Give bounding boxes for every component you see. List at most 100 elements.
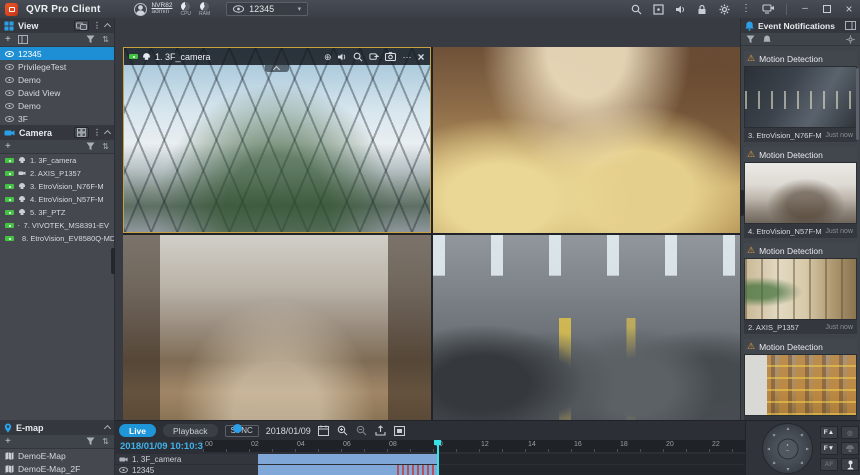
filter-icon[interactable] — [86, 437, 95, 446]
layout-icon[interactable] — [17, 35, 28, 44]
video-tile-4[interactable] — [432, 234, 740, 420]
dpad-up-left-icon[interactable]: ▲ — [770, 431, 778, 439]
ptz-dpad[interactable]: ▲ ▲ ▲ ▲ ▲ ▲ ▲ ▲ ▪ – — [762, 423, 813, 474]
audio-icon[interactable] — [337, 52, 347, 62]
event-card[interactable]: ⚠ Motion Detection 4. EtroVision_N57F-M … — [744, 147, 857, 238]
recording-bar-with-events[interactable] — [258, 465, 437, 475]
view-selector-dropdown[interactable]: 12345 ▾ — [226, 2, 309, 16]
camera-item[interactable]: 5. 3F_PTZ — [0, 206, 114, 219]
video-tile-2[interactable] — [432, 47, 740, 233]
timeline-track[interactable]: 1. 3F_camera — [115, 454, 745, 464]
camera-item[interactable]: 3. EtroVision_N76F-M — [0, 180, 114, 193]
playhead-handle[interactable] — [434, 440, 441, 445]
focus-near-button[interactable]: F▲ — [820, 426, 838, 439]
video-tile-1[interactable]: 1. 3F_camera ⊕ ⋯ × — [123, 47, 431, 233]
event-panel-scrollbar[interactable] — [856, 68, 859, 140]
add-view-button[interactable]: + — [5, 34, 11, 46]
panel-layout-icon[interactable] — [845, 21, 856, 30]
recording-bar[interactable] — [258, 454, 437, 464]
live-tab[interactable]: Live — [119, 424, 157, 437]
view-item[interactable]: Demo — [0, 99, 114, 112]
joystick-button[interactable] — [841, 458, 859, 471]
event-card[interactable]: ⚠ Motion Detection 3. EtroVision_N76F-M … — [744, 51, 857, 142]
event-thumbnail[interactable] — [744, 354, 857, 416]
view-section-header[interactable]: View ⋮ — [0, 18, 114, 33]
ptz-panel-toggle[interactable] — [233, 424, 242, 433]
emap-item[interactable]: DemoE-Map — [0, 449, 114, 462]
more-menu-icon[interactable]: ⋮ — [740, 3, 752, 15]
close-button[interactable]: × — [843, 3, 855, 15]
close-tile-icon[interactable]: × — [417, 51, 424, 63]
sort-icon[interactable]: ⇅ — [102, 142, 109, 152]
event-panel-header[interactable]: Event Notifications — [741, 18, 860, 33]
camera-item[interactable]: 4. EtroVision_N57F-M — [0, 193, 114, 206]
camera-item[interactable]: 1. 3F_camera — [0, 154, 114, 167]
timeline-zoom-in-icon[interactable] — [337, 425, 349, 437]
sort-icon[interactable]: ⇅ — [102, 437, 109, 447]
patrol-button[interactable] — [841, 442, 859, 455]
event-card[interactable]: ⚠ Motion Detection 3. EtroVision_N76F-M … — [744, 339, 857, 420]
view-item[interactable]: 12345 — [0, 47, 114, 60]
camera-section-menu-icon[interactable]: ⋮ — [93, 128, 101, 138]
video-tile-3[interactable] — [123, 234, 431, 420]
emap-section-collapse-icon[interactable] — [103, 424, 112, 433]
view-item[interactable]: Demo — [0, 73, 114, 86]
settings-gear-icon[interactable] — [718, 3, 730, 15]
dpad-left-icon[interactable]: ▲ — [766, 446, 772, 452]
camera-section-collapse-icon[interactable] — [103, 129, 112, 138]
lock-icon[interactable] — [696, 3, 708, 15]
view-item[interactable]: PrivilegeTest — [0, 60, 114, 73]
add-camera-button[interactable]: + — [5, 141, 11, 153]
preset-button[interactable]: ◎ — [841, 426, 859, 439]
view-section-collapse-icon[interactable] — [103, 22, 112, 31]
dpad-up-icon[interactable]: ▲ — [785, 426, 791, 432]
maximize-button[interactable] — [821, 3, 833, 15]
filter-icon[interactable] — [86, 35, 95, 44]
event-card[interactable]: ⚠ Motion Detection 2. AXIS_P1357 Just no… — [744, 243, 857, 334]
view-section-menu-icon[interactable]: ⋮ — [93, 21, 101, 31]
emap-section-header[interactable]: E-map — [0, 420, 114, 435]
date-label[interactable]: 2018/01/09 — [266, 426, 311, 436]
fullscreen-icon[interactable] — [652, 3, 664, 15]
view-mode-button[interactable] — [74, 20, 89, 31]
settings-gear-icon[interactable] — [846, 34, 855, 44]
ptz-control-icon[interactable]: ⊕ — [324, 52, 332, 62]
timeline-track[interactable]: 12345 — [115, 465, 745, 475]
timeline-ruler[interactable]: 00 02 04 06 08 10 12 14 16 18 20 22 — [203, 440, 745, 452]
filter-icon[interactable] — [86, 142, 95, 151]
camera-item[interactable]: 8. EtroVision_EV8580Q-MD — [0, 232, 114, 245]
dpad-down-left-icon[interactable]: ▲ — [770, 459, 778, 467]
sidebar-collapse-handle[interactable] — [111, 248, 115, 274]
filter-icon[interactable] — [746, 35, 755, 44]
minimize-button[interactable]: – — [799, 3, 811, 15]
search-icon[interactable] — [630, 3, 642, 15]
dpad-right-icon[interactable]: ▲ — [804, 446, 810, 452]
event-thumbnail[interactable] — [744, 258, 857, 320]
snapshot-view-icon[interactable] — [394, 425, 406, 437]
event-thumbnail[interactable] — [744, 162, 857, 224]
sort-icon[interactable]: ⇅ — [102, 35, 109, 45]
dpad-down-right-icon[interactable]: ▲ — [798, 459, 806, 467]
server-user-block[interactable]: NVR82 admin — [134, 2, 172, 16]
focus-far-button[interactable]: F▼ — [820, 442, 838, 455]
more-icon[interactable]: ⋯ — [402, 52, 411, 62]
camera-grid-button[interactable] — [74, 127, 89, 138]
zoom-out-nub[interactable]: – — [786, 448, 789, 454]
export-icon[interactable] — [375, 425, 387, 437]
emap-item[interactable]: DemoE-Map_2F — [0, 462, 114, 475]
autofocus-button[interactable]: AF — [820, 458, 838, 471]
snapshot-icon[interactable] — [385, 52, 397, 61]
view-item[interactable]: David View — [0, 86, 114, 99]
add-emap-button[interactable]: + — [5, 436, 11, 448]
event-panel-collapse-handle[interactable] — [740, 190, 744, 216]
dpad-up-right-icon[interactable]: ▲ — [798, 431, 806, 439]
dpad-down-icon[interactable]: ▲ — [785, 466, 791, 472]
stream-switch-icon[interactable] — [369, 52, 380, 62]
timeline-zoom-out-icon[interactable] — [356, 425, 368, 437]
camera-item[interactable]: 2. AXIS_P1357 — [0, 167, 114, 180]
view-item[interactable]: 3F — [0, 112, 114, 125]
volume-icon[interactable] — [674, 3, 686, 15]
camera-section-header[interactable]: Camera ⋮ — [0, 125, 114, 140]
event-thumbnail[interactable] — [744, 66, 857, 128]
playhead[interactable] — [437, 440, 439, 475]
